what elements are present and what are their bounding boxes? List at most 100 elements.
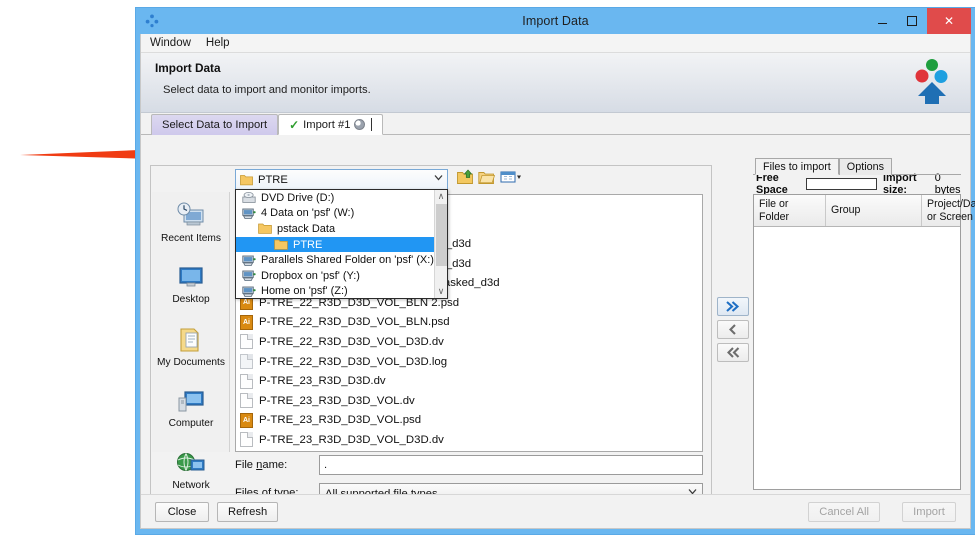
double-right-arrow-icon (726, 301, 740, 312)
network-drive-icon (242, 286, 256, 297)
free-space-label: Free Space (756, 171, 788, 196)
remove-all-from-import-button[interactable] (717, 343, 749, 362)
menu-item-window[interactable]: Window (147, 36, 194, 50)
dropdown-scrollbar[interactable]: ∧ ∨ (434, 190, 447, 298)
create-new-folder-icon[interactable] (478, 168, 496, 186)
desktop-icon (179, 267, 203, 287)
maximize-button[interactable] (897, 9, 927, 33)
banner: Import Data Select data to import and mo… (141, 53, 970, 113)
view-menu-icon[interactable] (500, 168, 521, 186)
file-name-row: File name: . (235, 454, 703, 476)
free-space-progressbar (805, 177, 877, 190)
banner-subtitle: Select data to import and monitor import… (163, 84, 371, 96)
tab-label: Select Data to Import (162, 119, 268, 131)
close-window-button[interactable]: ✕ (927, 8, 971, 34)
document-file-icon (240, 432, 253, 448)
close-button[interactable]: Close (155, 502, 209, 522)
dvd-drive-icon (242, 192, 256, 204)
file-list-item[interactable]: P-TRE_23_R3D_D3D.dv (236, 371, 702, 391)
network-drive-icon (242, 208, 256, 219)
network-places-icon (177, 453, 205, 471)
dropdown-item[interactable]: 4 Data on 'psf' (W:) (236, 206, 434, 222)
folder-icon (274, 239, 288, 250)
table-column-header[interactable]: Project/Datasetor Screen (922, 195, 975, 226)
import-button[interactable]: Import (902, 502, 956, 522)
omero-app-icon (145, 14, 159, 28)
look-in-path-combobox[interactable]: PTRE (235, 169, 448, 190)
file-list-item[interactable]: P-TRE_23_R3D_D3D_VOL.dv (236, 391, 702, 411)
place-desktop[interactable]: Desktop (152, 254, 230, 316)
file-list-item[interactable]: Ai P-TRE_22_R3D_D3D_VOL_BLN.psd (236, 313, 702, 333)
place-label: My Documents (157, 357, 225, 368)
import-size-label: Import size: (882, 171, 917, 196)
remove-from-import-button[interactable] (717, 320, 749, 339)
window-controls: ✕ (867, 8, 971, 34)
place-recent-items[interactable]: Recent Items (152, 192, 230, 254)
network-drive-icon (242, 255, 256, 266)
document-file-icon (240, 373, 253, 389)
scroll-down-arrow-icon[interactable]: ∨ (435, 285, 447, 298)
dropdown-item-label: pstack Data (277, 222, 336, 235)
table-column-header[interactable]: Group (826, 195, 922, 226)
dropdown-item-label: 4 Data on 'psf' (W:) (261, 207, 355, 220)
dropdown-item[interactable]: Dropbox on 'psf' (Y:) (236, 268, 434, 284)
minimize-button[interactable] (867, 9, 897, 33)
add-to-import-button[interactable] (717, 297, 749, 316)
place-network[interactable]: Network (152, 440, 230, 502)
import-size-value: 0 bytes (934, 171, 961, 196)
content-area: PTRE DVD Drive (D:) 4 Data on 'psf' (W:)… (141, 157, 975, 528)
file-name: P-TRE_23_R3D_D3D_VOL.dv (259, 394, 415, 407)
photoshop-file-icon: Ai (240, 314, 253, 330)
place-my-documents[interactable]: My Documents (152, 316, 230, 378)
scroll-up-arrow-icon[interactable]: ∧ (435, 190, 447, 203)
tab-import-1[interactable]: ✓ Import #1 (278, 114, 384, 135)
place-label: Computer (168, 418, 214, 429)
file-name: P-TRE_22_R3D_D3D_VOL_BLN.psd (259, 316, 450, 329)
file-name: P-TRE_22_R3D_D3D_VOL_D3D.dv (259, 335, 444, 348)
dropdown-item[interactable]: DVD Drive (D:) (236, 190, 434, 206)
dropdown-item[interactable]: Parallels Shared Folder on 'psf' (X:) (236, 252, 434, 268)
place-computer[interactable]: Computer (152, 378, 230, 440)
file-name: P-TRE_23_R3D_D3D.dv (259, 375, 386, 388)
places-sidebar: Recent Items Desktop My Documents Comput… (152, 192, 230, 491)
dropdown-item-list: DVD Drive (D:) 4 Data on 'psf' (W:) pstack… (236, 190, 434, 298)
table-header-row: File orFolderGroupProject/Datasetor Scre… (754, 195, 975, 227)
files-to-import-panel: Files to import Options Free Space Impor… (753, 157, 975, 490)
my-documents-icon (180, 328, 199, 352)
file-list-item[interactable]: P-TRE_22_R3D_D3D_VOL_D3D.dv (236, 332, 702, 352)
double-left-arrow-icon (727, 347, 740, 358)
scrollbar-thumb[interactable] (436, 204, 447, 266)
tab-select-data-to-import[interactable]: Select Data to Import (151, 114, 279, 135)
look-in-dropdown-popup[interactable]: DVD Drive (D:) 4 Data on 'psf' (W:) pstack… (235, 189, 448, 299)
dropdown-item[interactable]: PTRE (236, 236, 434, 253)
file-list-item[interactable]: Ai P-TRE_23_R3D_D3D_VOL.psd (236, 411, 702, 431)
path-combobox-value: PTRE (258, 173, 288, 186)
files-to-import-table[interactable]: File orFolderGroupProject/Datasetor Scre… (753, 194, 975, 490)
place-label: Recent Items (160, 233, 222, 244)
tab-files-to-import[interactable]: Files to import (755, 158, 839, 175)
file-list-item[interactable]: P-TRE_23_R3D_D3D_VOL_D3D.dv (236, 430, 702, 450)
file-name-label: File name: (235, 459, 288, 471)
cancel-all-button[interactable]: Cancel All (808, 502, 880, 522)
file-list-item[interactable]: P-TRE_23_R3D_D3D_VOL_D3D.log (236, 450, 702, 451)
file-name-input[interactable]: . (319, 455, 703, 475)
dropdown-item-label: PTRE (293, 238, 323, 251)
menu-item-help[interactable]: Help (203, 36, 233, 50)
up-one-level-icon[interactable] (456, 168, 474, 186)
text-caret (371, 118, 373, 131)
computer-icon (178, 391, 204, 412)
dialog-footer: Close Refresh Cancel All Import (141, 494, 970, 528)
tab-options[interactable]: Options (838, 158, 893, 175)
file-name: P-TRE_22_R3D_D3D_VOL_D3D.log (259, 355, 448, 368)
dropdown-item[interactable]: pstack Data (236, 221, 434, 237)
photoshop-file-icon: Ai (240, 412, 253, 428)
file-list-item[interactable]: P-TRE_22_R3D_D3D_VOL_D3D.log (236, 352, 702, 372)
dropdown-item[interactable]: Home on 'psf' (Z:) (236, 284, 434, 298)
left-arrow-icon (729, 324, 736, 335)
main-tabstrip: Select Data to Import ✓ Import #1 (141, 113, 970, 135)
document-file-icon (240, 393, 253, 409)
table-column-header[interactable]: File or Folder (754, 195, 826, 226)
refresh-button[interactable]: Refresh (217, 502, 279, 522)
menubar: Window Help (141, 34, 970, 53)
place-label: Network (172, 480, 210, 491)
